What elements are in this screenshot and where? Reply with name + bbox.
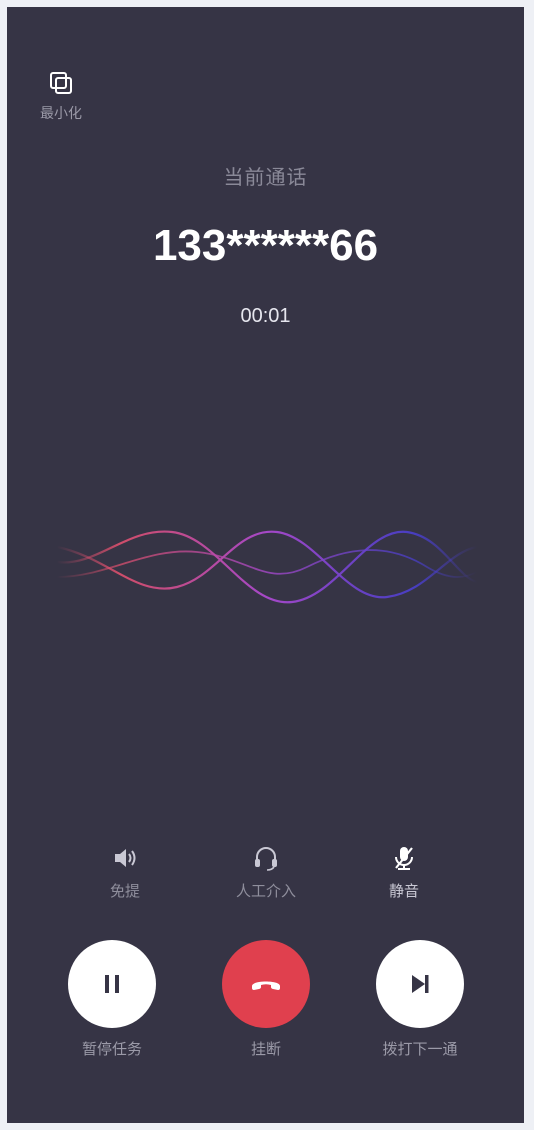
hangup-icon bbox=[252, 981, 280, 990]
dial-next-button[interactable] bbox=[376, 940, 464, 1028]
pause-icon bbox=[105, 975, 119, 993]
pause-task-label: 暂停任务 bbox=[81, 1041, 142, 1058]
speaker-button[interactable]: 免提 bbox=[70, 844, 180, 901]
minimize-button[interactable]: 最小化 bbox=[36, 69, 86, 123]
phone-number: 133******66 bbox=[152, 221, 379, 270]
call-duration: 00:01 bbox=[240, 305, 291, 327]
pause-task-control: 暂停任务 bbox=[47, 940, 177, 1059]
hangup-button[interactable] bbox=[222, 940, 310, 1028]
skip-next-icon bbox=[412, 975, 429, 993]
mute-button[interactable]: 静音 bbox=[349, 844, 459, 901]
dial-next-label: 拨打下一通 bbox=[382, 1041, 458, 1058]
voice-waveform bbox=[56, 530, 478, 604]
speaker-icon bbox=[115, 849, 136, 867]
hangup-control: 挂断 bbox=[201, 940, 331, 1059]
minimize-icon bbox=[50, 72, 72, 94]
manual-intervention-label: 人工介入 bbox=[235, 883, 296, 900]
speaker-label: 免提 bbox=[109, 883, 140, 900]
headset-icon bbox=[255, 847, 277, 871]
hangup-label: 挂断 bbox=[250, 1041, 281, 1058]
mic-off-icon bbox=[395, 847, 413, 870]
mute-label: 静音 bbox=[388, 883, 419, 900]
dial-next-control: 拨打下一通 bbox=[355, 940, 485, 1059]
minimize-label: 最小化 bbox=[40, 105, 82, 121]
manual-intervention-button[interactable]: 人工介入 bbox=[211, 844, 321, 901]
call-title: 当前通话 bbox=[223, 167, 308, 189]
call-screen: 最小化 当前通话 133******66 00:01 免提 人工介入 静音 暂停… bbox=[7, 7, 524, 1123]
pause-task-button[interactable] bbox=[68, 940, 156, 1028]
